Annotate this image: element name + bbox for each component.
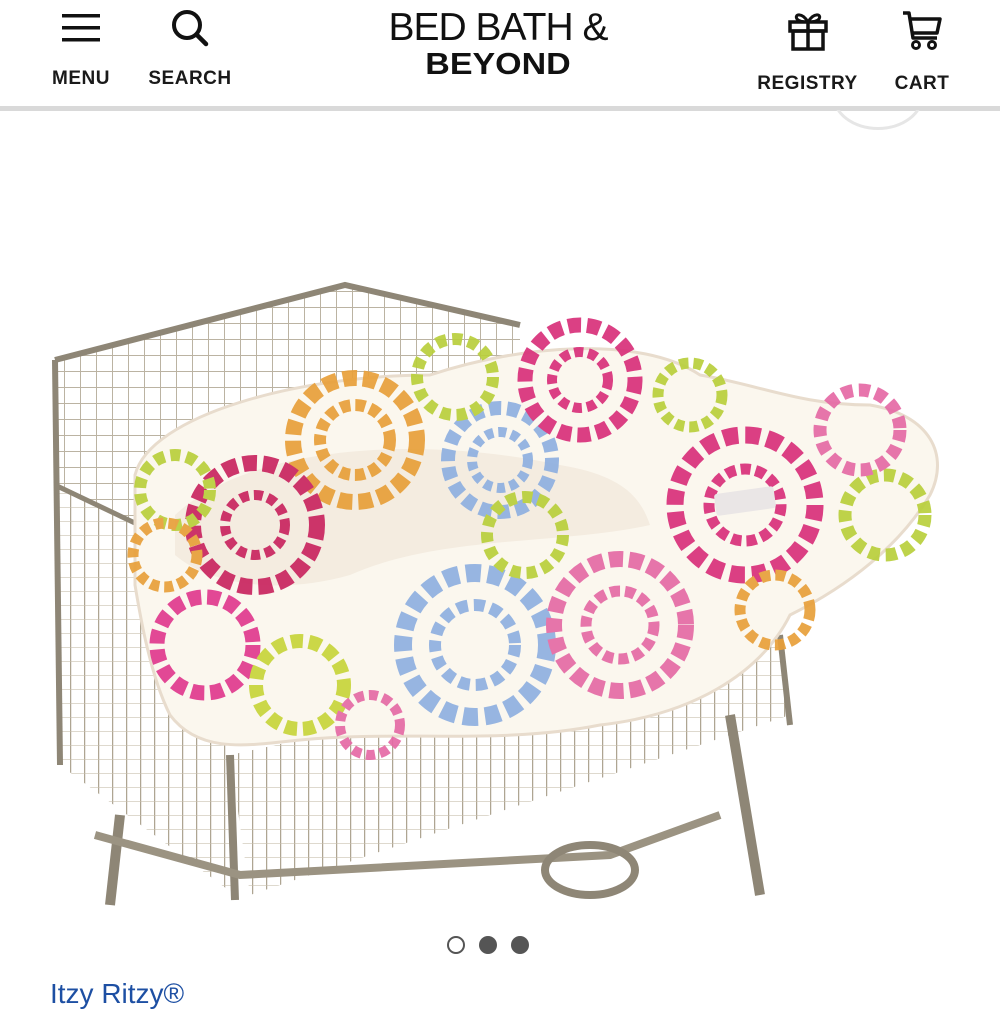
- carousel-dot-2[interactable]: [479, 936, 497, 954]
- registry-label: REGISTRY: [757, 73, 858, 94]
- search-label: SEARCH: [148, 68, 232, 89]
- search-icon: [168, 6, 212, 54]
- gift-icon: [785, 8, 831, 54]
- carousel-dot-3[interactable]: [511, 936, 529, 954]
- site-header: MENU SEARCH BED BATH & BEYOND REGISTRY C…: [0, 0, 1000, 111]
- carousel-dot-1[interactable]: [447, 936, 465, 954]
- logo-line2: BEYOND: [425, 46, 571, 82]
- product-image[interactable]: [0, 115, 1000, 915]
- cart-label: CART: [894, 73, 950, 94]
- brand-link[interactable]: Itzy Ritzy®: [50, 978, 184, 1010]
- menu-label: MENU: [52, 68, 110, 89]
- search-button[interactable]: SEARCH: [140, 0, 240, 100]
- logo[interactable]: BED BATH & BEYOND: [388, 6, 609, 84]
- logo-line1: BED BATH &: [388, 6, 609, 49]
- carousel-indicators: [447, 936, 542, 958]
- menu-button[interactable]: MENU: [40, 0, 122, 100]
- cart-button[interactable]: CART: [885, 0, 959, 100]
- registry-button[interactable]: REGISTRY: [750, 0, 865, 100]
- cart-icon: [899, 8, 945, 54]
- hamburger-icon: [60, 10, 102, 54]
